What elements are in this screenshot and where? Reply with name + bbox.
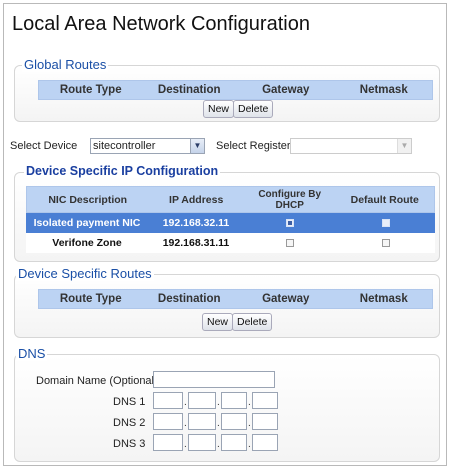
device-routes-legend: Device Specific Routes — [16, 266, 154, 281]
chevron-down-icon[interactable]: ▼ — [397, 139, 411, 153]
device-select-value: sitecontroller — [93, 140, 156, 152]
dns2-octet-2[interactable] — [188, 413, 216, 430]
octet-separator: . — [248, 439, 251, 450]
dns2-octet-3[interactable] — [221, 413, 247, 430]
global-routes-legend: Global Routes — [22, 57, 109, 72]
nic-description: Verifone Zone — [52, 237, 122, 249]
routes-new-button[interactable]: New — [202, 313, 234, 331]
config-panel: Local Area Network Configuration Global … — [3, 3, 447, 466]
column-header[interactable]: Netmask — [336, 290, 433, 308]
dns2-label: DNS 2 — [113, 417, 146, 429]
select-register-label: Select Register — [216, 140, 291, 152]
global-routes-header: Route Type Destination Gateway Netmask — [38, 80, 433, 100]
dns2-octet-1[interactable] — [153, 413, 183, 430]
select-device-label: Select Device — [10, 140, 78, 152]
nic-description: Isolated payment NIC — [33, 217, 141, 229]
domain-name-input[interactable] — [153, 371, 275, 388]
dns1-label: DNS 1 — [113, 396, 146, 408]
register-select[interactable]: ▼ — [290, 138, 412, 154]
octet-separator: . — [217, 439, 220, 450]
octet-separator: . — [217, 418, 220, 429]
device-routes-header: Route Type Destination Gateway Netmask — [38, 289, 433, 309]
routes-delete-button[interactable]: Delete — [232, 313, 273, 331]
dns1-octet-4[interactable] — [252, 392, 278, 409]
domain-name-label: Domain Name (Optional) — [36, 375, 158, 387]
device-ip-header: NIC Description IP Address Configure By … — [26, 186, 435, 213]
octet-separator: . — [184, 418, 187, 429]
dhcp-checkbox[interactable] — [286, 239, 294, 247]
chevron-down-icon[interactable]: ▼ — [190, 139, 204, 153]
ip-address: 192.168.31.11 — [162, 237, 230, 249]
dns3-octet-3[interactable] — [221, 434, 247, 451]
dns-legend: DNS — [16, 346, 48, 361]
column-header[interactable]: Gateway — [236, 81, 336, 99]
dns3-octet-4[interactable] — [252, 434, 278, 451]
global-delete-button[interactable]: Delete — [233, 100, 274, 118]
octet-separator: . — [217, 397, 220, 408]
default-route-checkbox[interactable] — [381, 219, 390, 227]
device-ip-legend: Device Specific IP Configuration — [24, 164, 221, 178]
octet-separator: . — [184, 439, 187, 450]
dns2-octet-4[interactable] — [252, 413, 278, 430]
column-header[interactable]: Default Route — [335, 187, 434, 212]
octet-separator: . — [248, 397, 251, 408]
octet-separator: . — [248, 418, 251, 429]
table-row[interactable]: Verifone Zone 192.168.31.11 — [26, 233, 435, 253]
table-row[interactable]: Isolated payment NIC 192.168.32.11 — [26, 213, 435, 233]
column-header[interactable]: NIC Description — [27, 187, 148, 212]
dns3-octet-1[interactable] — [153, 434, 183, 451]
column-header[interactable]: Destination — [142, 81, 236, 99]
default-route-checkbox[interactable] — [381, 239, 390, 247]
dns3-octet-2[interactable] — [188, 434, 216, 451]
dns1-octet-2[interactable] — [188, 392, 216, 409]
dns3-label: DNS 3 — [113, 438, 146, 450]
dns1-octet-1[interactable] — [153, 392, 183, 409]
column-header[interactable]: IP Address — [148, 187, 244, 212]
column-header[interactable]: Netmask — [336, 81, 433, 99]
column-header[interactable]: Configure By DHCP — [244, 187, 336, 212]
octet-separator: . — [184, 397, 187, 408]
page-title: Local Area Network Configuration — [12, 13, 310, 35]
column-header[interactable]: Destination — [142, 290, 236, 308]
column-header[interactable]: Route Type — [39, 81, 142, 99]
dns1-octet-3[interactable] — [221, 392, 247, 409]
dhcp-checkbox[interactable] — [286, 219, 294, 227]
global-new-button[interactable]: New — [203, 100, 235, 118]
ip-address: 192.168.32.11 — [162, 217, 230, 229]
column-header[interactable]: Gateway — [236, 290, 336, 308]
device-select[interactable]: sitecontroller ▼ — [90, 138, 205, 154]
column-header[interactable]: Route Type — [39, 290, 142, 308]
